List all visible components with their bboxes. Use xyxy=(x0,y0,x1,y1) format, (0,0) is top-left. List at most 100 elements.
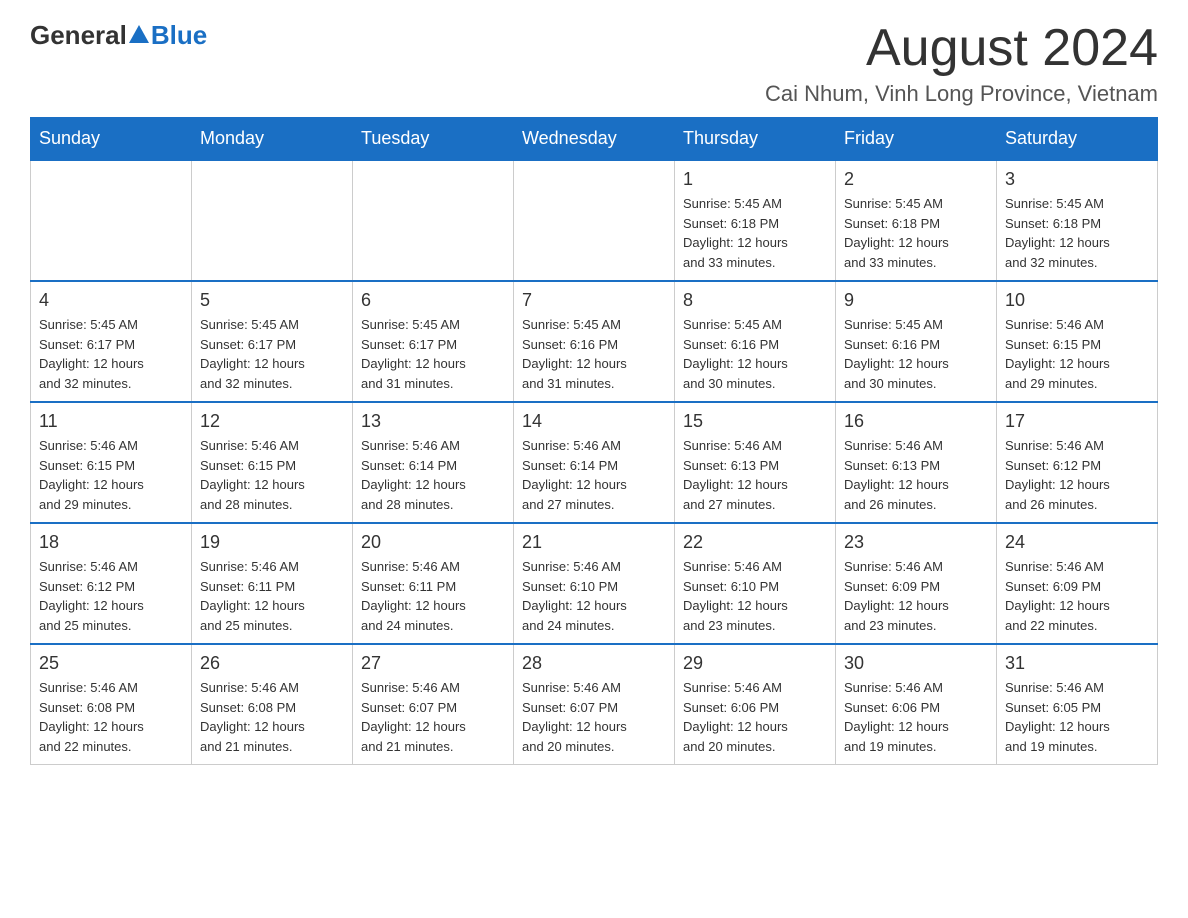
day-number: 21 xyxy=(522,532,666,553)
day-info: Sunrise: 5:45 AMSunset: 6:16 PMDaylight:… xyxy=(844,315,988,393)
day-info: Sunrise: 5:46 AMSunset: 6:08 PMDaylight:… xyxy=(200,678,344,756)
header-cell-thursday: Thursday xyxy=(675,118,836,161)
day-cell: 15Sunrise: 5:46 AMSunset: 6:13 PMDayligh… xyxy=(675,402,836,523)
day-info: Sunrise: 5:45 AMSunset: 6:16 PMDaylight:… xyxy=(683,315,827,393)
day-number: 12 xyxy=(200,411,344,432)
calendar-table: SundayMondayTuesdayWednesdayThursdayFrid… xyxy=(30,117,1158,765)
day-cell: 5 Sunrise: 5:45 AMSunset: 6:17 PMDaylight… xyxy=(192,281,353,402)
week-row-2: 4 Sunrise: 5:45 AMSunset: 6:17 PMDaylight… xyxy=(31,281,1158,402)
week-row-1: 1 Sunrise: 5:45 AMSunset: 6:18 PMDaylight… xyxy=(31,160,1158,281)
day-info: Sunrise: 5:46 AMSunset: 6:10 PMDaylight:… xyxy=(683,557,827,635)
day-number: 23 xyxy=(844,532,988,553)
day-cell: 31 Sunrise: 5:46 AMSunset: 6:05 PMDayligh… xyxy=(997,644,1158,765)
day-info: Sunrise: 5:46 AMSunset: 6:11 PMDaylight:… xyxy=(200,557,344,635)
day-cell: 29Sunrise: 5:46 AMSunset: 6:06 PMDayligh… xyxy=(675,644,836,765)
day-number: 5 xyxy=(200,290,344,311)
day-number: 10 xyxy=(1005,290,1149,311)
day-info: Sunrise: 5:46 AMSunset: 6:13 PMDaylight:… xyxy=(683,436,827,514)
header-cell-wednesday: Wednesday xyxy=(514,118,675,161)
day-cell xyxy=(192,160,353,281)
day-info: Sunrise: 5:45 AMSunset: 6:16 PMDaylight:… xyxy=(522,315,666,393)
day-info: Sunrise: 5:45 AMSunset: 6:17 PMDaylight:… xyxy=(39,315,183,393)
day-info: Sunrise: 5:46 AMSunset: 6:10 PMDaylight:… xyxy=(522,557,666,635)
day-info: Sunrise: 5:46 AMSunset: 6:14 PMDaylight:… xyxy=(361,436,505,514)
header-cell-monday: Monday xyxy=(192,118,353,161)
day-number: 6 xyxy=(361,290,505,311)
day-cell: 13Sunrise: 5:46 AMSunset: 6:14 PMDayligh… xyxy=(353,402,514,523)
day-cell: 18Sunrise: 5:46 AMSunset: 6:12 PMDayligh… xyxy=(31,523,192,644)
day-cell xyxy=(353,160,514,281)
day-info: Sunrise: 5:46 AMSunset: 6:09 PMDaylight:… xyxy=(1005,557,1149,635)
header-cell-sunday: Sunday xyxy=(31,118,192,161)
day-info: Sunrise: 5:46 AMSunset: 6:09 PMDaylight:… xyxy=(844,557,988,635)
day-info: Sunrise: 5:45 AMSunset: 6:18 PMDaylight:… xyxy=(683,194,827,272)
title-area: August 2024 Cai Nhum, Vinh Long Province… xyxy=(765,20,1158,107)
day-info: Sunrise: 5:46 AMSunset: 6:14 PMDaylight:… xyxy=(522,436,666,514)
page-header: General Blue August 2024 Cai Nhum, Vinh … xyxy=(30,20,1158,107)
day-cell: 11 Sunrise: 5:46 AMSunset: 6:15 PMDayligh… xyxy=(31,402,192,523)
day-number: 17 xyxy=(1005,411,1149,432)
location-title: Cai Nhum, Vinh Long Province, Vietnam xyxy=(765,81,1158,107)
day-info: Sunrise: 5:45 AMSunset: 6:18 PMDaylight:… xyxy=(844,194,988,272)
day-info: Sunrise: 5:46 AMSunset: 6:12 PMDaylight:… xyxy=(1005,436,1149,514)
week-row-5: 25 Sunrise: 5:46 AMSunset: 6:08 PMDayligh… xyxy=(31,644,1158,765)
header-row: SundayMondayTuesdayWednesdayThursdayFrid… xyxy=(31,118,1158,161)
day-cell: 16Sunrise: 5:46 AMSunset: 6:13 PMDayligh… xyxy=(836,402,997,523)
day-cell: 10 Sunrise: 5:46 AMSunset: 6:15 PMDayligh… xyxy=(997,281,1158,402)
day-cell: 23 Sunrise: 5:46 AMSunset: 6:09 PMDayligh… xyxy=(836,523,997,644)
day-cell: 28Sunrise: 5:46 AMSunset: 6:07 PMDayligh… xyxy=(514,644,675,765)
day-info: Sunrise: 5:46 AMSunset: 6:15 PMDaylight:… xyxy=(1005,315,1149,393)
logo-blue-text: Blue xyxy=(151,20,207,51)
day-info: Sunrise: 5:45 AMSunset: 6:18 PMDaylight:… xyxy=(1005,194,1149,272)
day-cell: 21 Sunrise: 5:46 AMSunset: 6:10 PMDayligh… xyxy=(514,523,675,644)
day-number: 2 xyxy=(844,169,988,190)
day-info: Sunrise: 5:46 AMSunset: 6:15 PMDaylight:… xyxy=(200,436,344,514)
day-number: 20 xyxy=(361,532,505,553)
day-cell: 4 Sunrise: 5:45 AMSunset: 6:17 PMDaylight… xyxy=(31,281,192,402)
day-info: Sunrise: 5:46 AMSunset: 6:08 PMDaylight:… xyxy=(39,678,183,756)
day-cell: 12 Sunrise: 5:46 AMSunset: 6:15 PMDayligh… xyxy=(192,402,353,523)
day-number: 18 xyxy=(39,532,183,553)
day-cell: 30 Sunrise: 5:46 AMSunset: 6:06 PMDayligh… xyxy=(836,644,997,765)
day-number: 9 xyxy=(844,290,988,311)
day-number: 14 xyxy=(522,411,666,432)
day-info: Sunrise: 5:46 AMSunset: 6:05 PMDaylight:… xyxy=(1005,678,1149,756)
day-number: 25 xyxy=(39,653,183,674)
day-cell: 27 Sunrise: 5:46 AMSunset: 6:07 PMDayligh… xyxy=(353,644,514,765)
day-cell: 8Sunrise: 5:45 AMSunset: 6:16 PMDaylight… xyxy=(675,281,836,402)
day-number: 11 xyxy=(39,411,183,432)
day-info: Sunrise: 5:46 AMSunset: 6:07 PMDaylight:… xyxy=(522,678,666,756)
day-cell: 9 Sunrise: 5:45 AMSunset: 6:16 PMDaylight… xyxy=(836,281,997,402)
day-info: Sunrise: 5:46 AMSunset: 6:15 PMDaylight:… xyxy=(39,436,183,514)
day-number: 7 xyxy=(522,290,666,311)
header-cell-friday: Friday xyxy=(836,118,997,161)
calendar-header: SundayMondayTuesdayWednesdayThursdayFrid… xyxy=(31,118,1158,161)
day-number: 4 xyxy=(39,290,183,311)
calendar-body: 1 Sunrise: 5:45 AMSunset: 6:18 PMDaylight… xyxy=(31,160,1158,765)
day-info: Sunrise: 5:45 AMSunset: 6:17 PMDaylight:… xyxy=(200,315,344,393)
header-cell-saturday: Saturday xyxy=(997,118,1158,161)
day-info: Sunrise: 5:46 AMSunset: 6:07 PMDaylight:… xyxy=(361,678,505,756)
day-cell: 7 Sunrise: 5:45 AMSunset: 6:16 PMDaylight… xyxy=(514,281,675,402)
day-number: 26 xyxy=(200,653,344,674)
day-cell: 22 Sunrise: 5:46 AMSunset: 6:10 PMDayligh… xyxy=(675,523,836,644)
day-number: 31 xyxy=(1005,653,1149,674)
day-cell: 1 Sunrise: 5:45 AMSunset: 6:18 PMDaylight… xyxy=(675,160,836,281)
day-info: Sunrise: 5:46 AMSunset: 6:13 PMDaylight:… xyxy=(844,436,988,514)
month-title: August 2024 xyxy=(765,20,1158,77)
day-cell: 6 Sunrise: 5:45 AMSunset: 6:17 PMDaylight… xyxy=(353,281,514,402)
day-number: 1 xyxy=(683,169,827,190)
week-row-4: 18Sunrise: 5:46 AMSunset: 6:12 PMDayligh… xyxy=(31,523,1158,644)
day-cell: 24Sunrise: 5:46 AMSunset: 6:09 PMDayligh… xyxy=(997,523,1158,644)
logo-general-text: General xyxy=(30,20,127,51)
day-cell xyxy=(31,160,192,281)
day-info: Sunrise: 5:46 AMSunset: 6:06 PMDaylight:… xyxy=(844,678,988,756)
day-cell: 19Sunrise: 5:46 AMSunset: 6:11 PMDayligh… xyxy=(192,523,353,644)
day-cell: 20Sunrise: 5:46 AMSunset: 6:11 PMDayligh… xyxy=(353,523,514,644)
day-info: Sunrise: 5:45 AMSunset: 6:17 PMDaylight:… xyxy=(361,315,505,393)
day-number: 30 xyxy=(844,653,988,674)
day-number: 3 xyxy=(1005,169,1149,190)
logo-triangle-icon xyxy=(129,25,149,43)
day-number: 22 xyxy=(683,532,827,553)
day-number: 27 xyxy=(361,653,505,674)
